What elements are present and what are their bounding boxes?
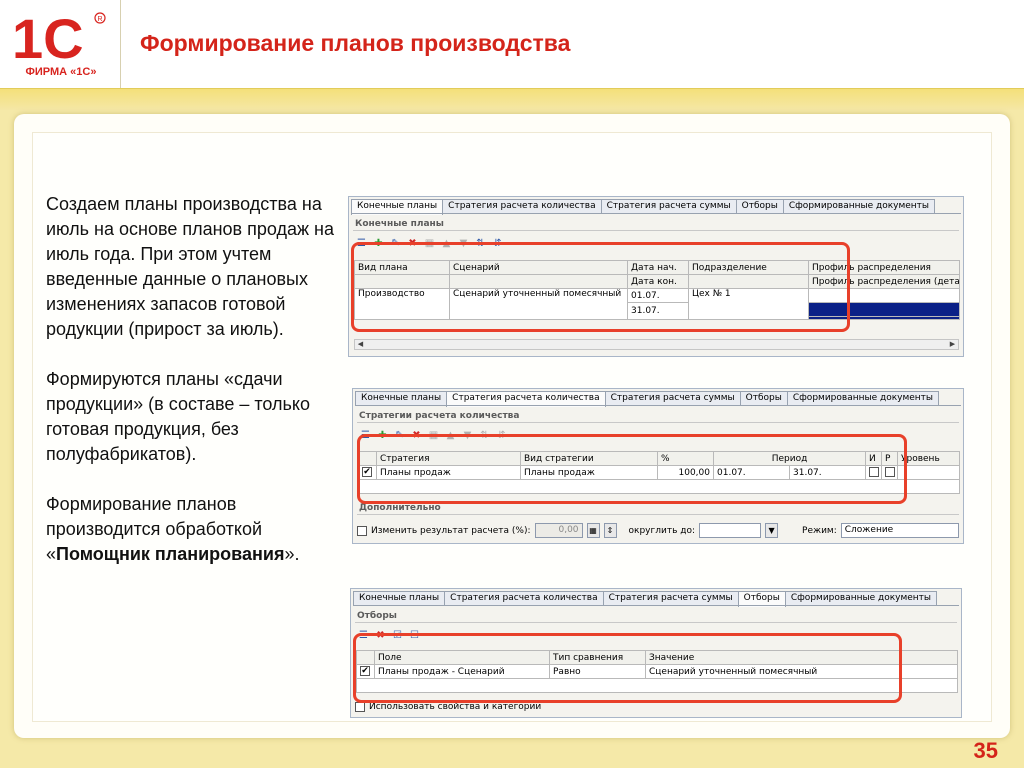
svg-text:R: R	[98, 16, 103, 23]
slide-header: 1С R ФИРМА «1С» Формирование планов прои…	[0, 0, 1024, 88]
highlight-final-plans	[351, 242, 850, 332]
tab-filters[interactable]: Отборы	[739, 391, 788, 406]
scroll-left-icon[interactable]: ◀	[355, 340, 366, 349]
change-result-label: Изменить результат расчета (%):	[371, 525, 531, 536]
scroll-right-icon[interactable]: ▶	[947, 340, 958, 349]
section-line	[355, 622, 957, 623]
tab-final-plans[interactable]: Конечные планы	[355, 391, 448, 406]
paragraph-2: Формируются планы «сдачи продукции» (в с…	[46, 369, 311, 464]
highlight-quantity-strategy	[357, 434, 907, 504]
tab-sum-strategy[interactable]: Стратегия расчета суммы	[604, 391, 741, 406]
paragraph-3: Формирование планов производится обработ…	[46, 492, 336, 567]
tab-sum-strategy[interactable]: Стратегия расчета суммы	[602, 591, 739, 606]
page-title: Формирование планов производства	[140, 30, 571, 56]
tab-quantity-strategy[interactable]: Стратегия расчета количества	[442, 199, 602, 214]
mode-label: Режим:	[802, 525, 837, 536]
round-label: округлить до:	[628, 525, 696, 536]
logo-caption: ФИРМА «1С»	[25, 66, 97, 78]
1c-logo: 1С R ФИРМА «1С»	[8, 6, 114, 84]
section-title: Стратегии расчета количества	[359, 411, 520, 421]
section-title: Конечные планы	[355, 219, 444, 229]
section-title: Отборы	[357, 611, 397, 621]
paragraph-1: Создаем планы производства на июль на ос…	[46, 194, 334, 339]
tab-strip: Конечные планы Стратегия расчета количес…	[351, 199, 936, 215]
tab-line	[351, 213, 961, 214]
section-line	[353, 230, 959, 231]
tab-quantity-strategy[interactable]: Стратегия расчета количества	[444, 591, 604, 606]
highlight-filters	[353, 633, 902, 703]
change-result-input[interactable]: 0,00	[534, 523, 583, 538]
paragraph-3-after: ».	[284, 544, 300, 564]
use-properties-checkbox[interactable]	[355, 702, 365, 712]
section-line	[357, 422, 959, 423]
paragraph-3-bold: Помощник планирования	[56, 544, 285, 564]
mode-field[interactable]: Сложение	[840, 523, 959, 538]
extra-options-row: Изменить результат расчета (%): 0,00 ▦ ⇕…	[357, 523, 963, 538]
tab-line	[355, 405, 961, 406]
1c-logo-mark: 1С R	[12, 7, 106, 68]
tab-generated-documents[interactable]: Сформированные документы	[782, 199, 936, 214]
header-band	[0, 88, 1024, 110]
header-divider	[120, 0, 121, 88]
tab-sum-strategy[interactable]: Стратегия расчета суммы	[600, 199, 737, 214]
tab-filters[interactable]: Отборы	[735, 199, 784, 214]
change-result-checkbox[interactable]	[357, 525, 367, 536]
spin-icon[interactable]: ⇕	[603, 523, 617, 538]
tab-final-plans[interactable]: Конечные планы	[353, 591, 446, 606]
tab-strip: Конечные планы Стратегия расчета количес…	[355, 391, 940, 407]
horizontal-scrollbar[interactable]: ◀ ▶	[354, 339, 959, 350]
ellipsis-icon[interactable]: …	[962, 523, 963, 538]
tab-generated-documents[interactable]: Сформированные документы	[786, 391, 940, 406]
extra-section-title: Дополнительно	[359, 503, 441, 513]
tab-line	[353, 605, 959, 606]
tab-strip: Конечные планы Стратегия расчета количес…	[353, 591, 938, 607]
chevron-down-icon[interactable]: ▼	[765, 523, 779, 538]
use-properties-label: Использовать свойства и категории	[369, 702, 542, 712]
page-number: 35	[973, 738, 998, 763]
use-properties-row: Использовать свойства и категории	[355, 702, 541, 712]
svg-text:1С: 1С	[12, 7, 84, 68]
description-text: Создаем планы производства на июль на ос…	[46, 192, 336, 592]
extra-section-line	[357, 514, 959, 515]
calculator-icon[interactable]: ▦	[586, 523, 600, 538]
round-select[interactable]	[699, 523, 762, 538]
tab-generated-documents[interactable]: Сформированные документы	[784, 591, 938, 606]
